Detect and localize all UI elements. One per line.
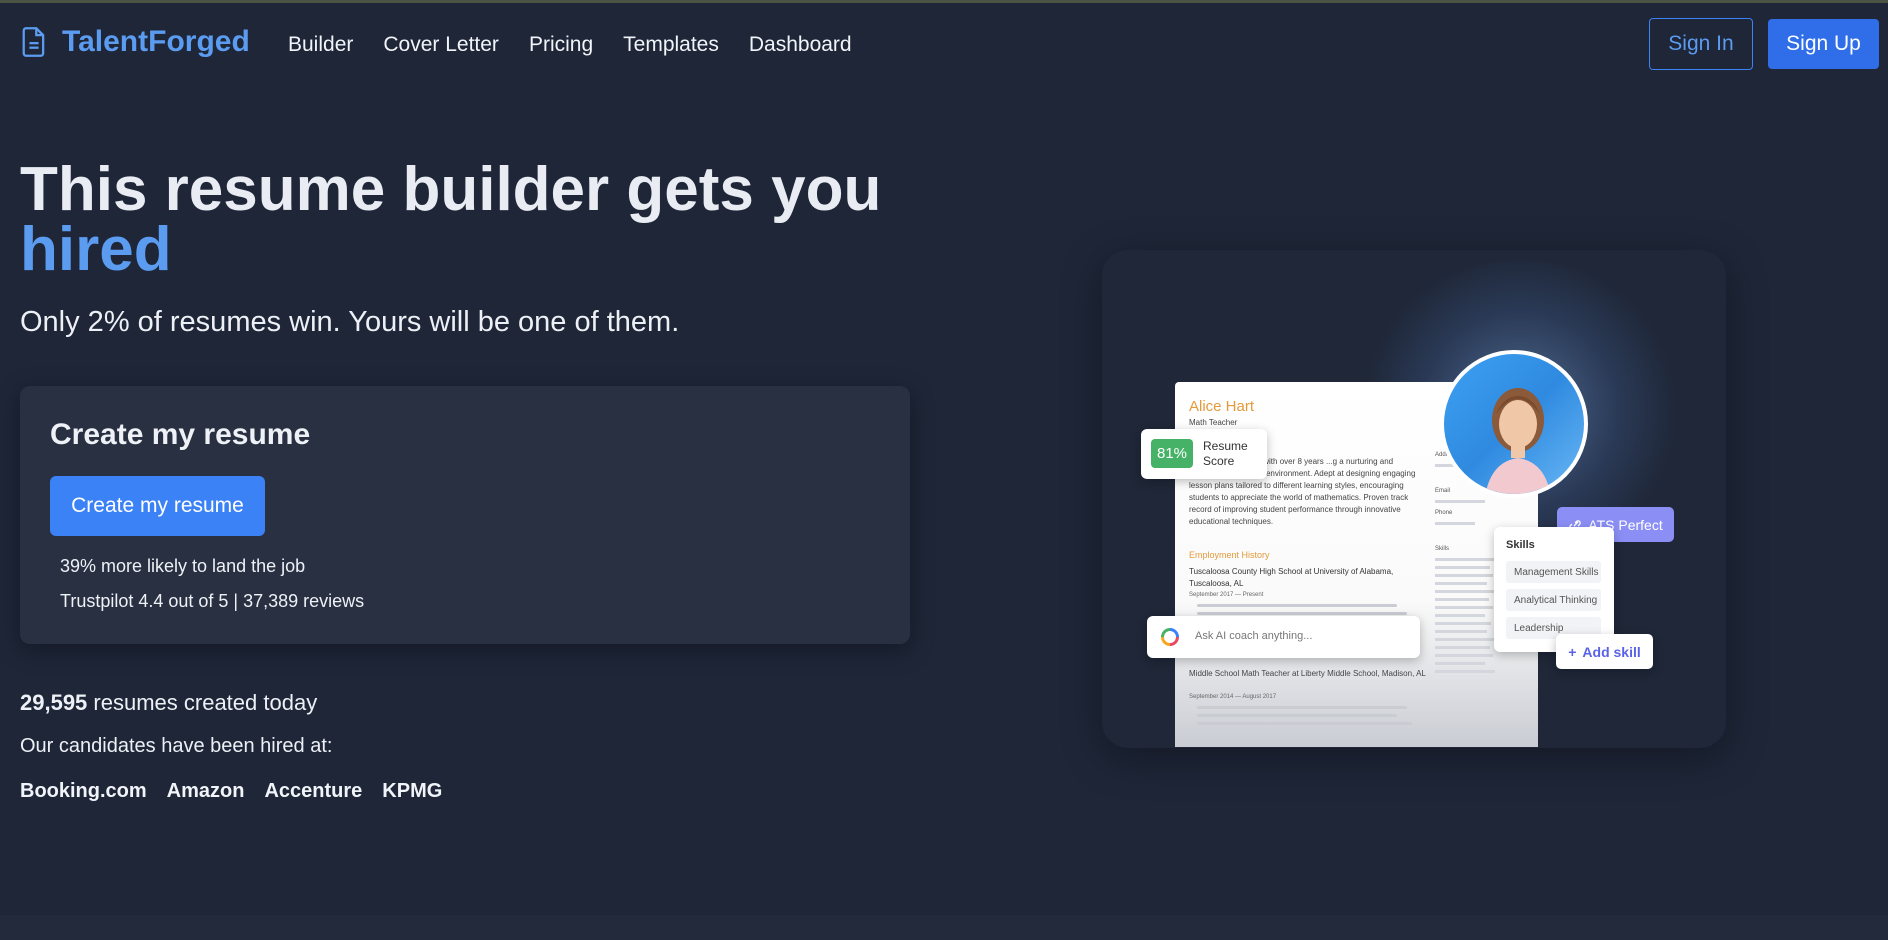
resumes-created-today: 29,595 resumes created today bbox=[20, 690, 317, 716]
create-resume-button[interactable]: Create my resume bbox=[50, 476, 265, 536]
skill-chip[interactable]: Management Skills bbox=[1506, 561, 1601, 583]
resume-side-line bbox=[1435, 582, 1487, 585]
likelihood-stat: 39% more likely to land the job bbox=[60, 556, 306, 576]
nav-link-templates[interactable]: Templates bbox=[623, 33, 719, 57]
hero-subtitle: Only 2% of resumes win. Yours will be on… bbox=[20, 306, 680, 338]
create-resume-card: Create my resume Create my resume 39% mo… bbox=[20, 386, 910, 644]
nav-link-pricing[interactable]: Pricing bbox=[529, 33, 593, 57]
nav-links: Builder Cover Letter Pricing Templates D… bbox=[288, 33, 882, 57]
add-skill-label: Add skill bbox=[1582, 643, 1641, 660]
resume-text-line bbox=[1197, 706, 1407, 709]
resume-side-line bbox=[1435, 614, 1485, 617]
candidate-photo bbox=[1440, 350, 1588, 498]
resume-side-line bbox=[1435, 598, 1489, 601]
created-count: 29,595 bbox=[20, 690, 88, 715]
brand-name: TalentForged bbox=[62, 25, 250, 58]
resume-text-line bbox=[1197, 612, 1407, 615]
resume-side-line bbox=[1435, 566, 1490, 569]
resume-text-line bbox=[1197, 604, 1397, 607]
resume-side-line bbox=[1435, 638, 1495, 641]
resume-job-2-date: September 2014 — August 2017 bbox=[1189, 694, 1277, 700]
document-icon bbox=[22, 27, 45, 57]
resume-side-line bbox=[1435, 574, 1493, 577]
resume-job-1: Tuscaloosa County High School at Univers… bbox=[1189, 567, 1394, 588]
company-logo-accenture: Accenture bbox=[264, 780, 363, 802]
top-navigation: TalentForged Builder Cover Letter Pricin… bbox=[0, 3, 1888, 85]
brand-logo[interactable]: TalentForged bbox=[20, 25, 250, 59]
skills-title: Skills bbox=[1506, 539, 1535, 551]
card-title: Create my resume bbox=[50, 418, 311, 451]
resume-side-line bbox=[1435, 630, 1487, 633]
resume-email-label: Email bbox=[1435, 488, 1451, 494]
hero-title: This resume builder gets you hired bbox=[20, 159, 920, 284]
resume-side-line bbox=[1435, 622, 1491, 625]
created-text: resumes created today bbox=[87, 690, 318, 715]
sign-in-button[interactable]: Sign In bbox=[1649, 18, 1753, 70]
resume-side-line bbox=[1435, 522, 1475, 525]
resume-job-2: Middle School Math Teacher at Liberty Mi… bbox=[1189, 669, 1426, 678]
resume-name: Alice Hart bbox=[1189, 398, 1255, 415]
company-logo-booking: Booking.com bbox=[20, 780, 147, 802]
resume-score-label: Resume Score bbox=[1203, 439, 1248, 468]
sign-up-button[interactable]: Sign Up bbox=[1768, 19, 1879, 69]
company-logo-kpmg: KPMG bbox=[382, 780, 443, 802]
ai-coach-input[interactable]: Ask AI coach anything... bbox=[1147, 616, 1420, 658]
add-skill-button[interactable]: + Add skill bbox=[1556, 634, 1653, 669]
resume-skills-label: Skills bbox=[1435, 546, 1450, 552]
resume-score-value: 81% bbox=[1151, 439, 1193, 468]
nav-link-cover-letter[interactable]: Cover Letter bbox=[383, 33, 499, 57]
skill-chip[interactable]: Analytical Thinking bbox=[1506, 589, 1601, 611]
nav-link-dashboard[interactable]: Dashboard bbox=[749, 33, 852, 57]
company-logos: Booking.com Amazon Accenture KPMG bbox=[20, 780, 442, 803]
ai-coach-placeholder: Ask AI coach anything... bbox=[1195, 630, 1313, 642]
ai-coach-icon bbox=[1161, 628, 1179, 646]
resume-side-line bbox=[1435, 670, 1495, 673]
hired-at-label: Our candidates have been hired at: bbox=[20, 735, 333, 757]
resume-text-line bbox=[1197, 722, 1412, 725]
resume-side-line bbox=[1435, 590, 1495, 593]
resume-side-line bbox=[1435, 654, 1493, 657]
resume-side-line bbox=[1435, 558, 1495, 561]
hero-title-main: This resume builder gets you bbox=[20, 155, 882, 224]
resume-job-1-date: September 2017 — Present bbox=[1189, 592, 1264, 598]
resume-phone-label: Phone bbox=[1435, 510, 1453, 516]
resume-side-line bbox=[1435, 500, 1485, 503]
resume-side-line bbox=[1435, 646, 1490, 649]
page-bottom-band bbox=[0, 915, 1888, 940]
resume-employment-heading: Employment History bbox=[1189, 550, 1270, 560]
resume-role: Math Teacher bbox=[1189, 418, 1238, 427]
resume-side-line bbox=[1435, 606, 1493, 609]
resume-side-line bbox=[1435, 662, 1485, 665]
nav-link-builder[interactable]: Builder bbox=[288, 33, 353, 57]
company-logo-amazon: Amazon bbox=[166, 780, 245, 802]
hero-title-accent: hired bbox=[20, 215, 172, 284]
resume-score-card: 81% Resume Score bbox=[1141, 429, 1267, 479]
plus-icon: + bbox=[1568, 643, 1577, 660]
resume-text-line bbox=[1197, 714, 1397, 717]
trustpilot-rating: Trustpilot 4.4 out of 5 | 37,389 reviews bbox=[60, 591, 365, 611]
